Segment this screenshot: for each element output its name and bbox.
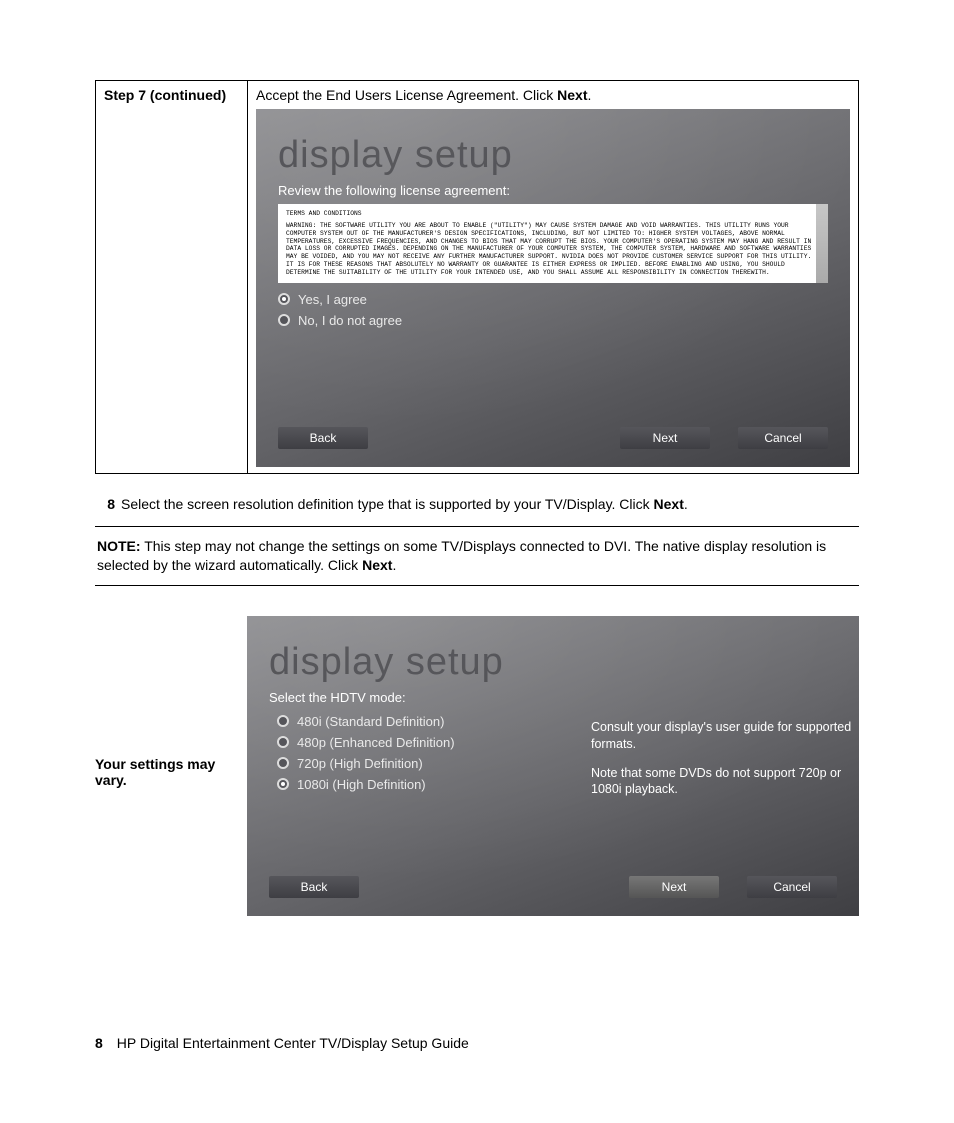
- next-button[interactable]: Next: [629, 876, 719, 898]
- cancel-button[interactable]: Cancel: [747, 876, 837, 898]
- radio-icon: [277, 715, 289, 727]
- radio-no-label: No, I do not agree: [298, 313, 402, 328]
- step8-number: 8: [95, 496, 115, 512]
- radio-yes[interactable]: Yes, I agree: [256, 289, 850, 310]
- radio-720p-label: 720p (High Definition): [297, 756, 423, 771]
- radio-icon: [278, 314, 290, 326]
- figure2-caption: Your settings may vary.: [95, 616, 247, 916]
- shot2-side-text: Consult your display's user guide for su…: [591, 711, 859, 799]
- radio-icon: [277, 757, 289, 769]
- note-body-pre: This step may not change the settings on…: [97, 538, 826, 573]
- shot2-side1: Consult your display's user guide for su…: [591, 719, 859, 753]
- note-body-bold: Next: [362, 557, 392, 573]
- step8-text: Select the screen resolution definition …: [121, 496, 688, 512]
- radio-1080i-label: 1080i (High Definition): [297, 777, 426, 792]
- eula-heading: TERMS AND CONDITIONS: [286, 210, 820, 218]
- step8-row: 8 Select the screen resolution definitio…: [95, 496, 859, 512]
- radio-icon: [277, 778, 289, 790]
- shot1-button-bar: Back Next Cancel: [256, 427, 850, 449]
- shot2-side2: Note that some DVDs do not support 720p …: [591, 765, 859, 799]
- shot2-button-bar: Back Next Cancel: [247, 876, 859, 898]
- radio-icon: [277, 736, 289, 748]
- step7-instr-post: .: [588, 87, 592, 103]
- radio-720p[interactable]: 720p (High Definition): [247, 753, 591, 774]
- step8-text-pre: Select the screen resolution definition …: [121, 496, 654, 512]
- note-label: NOTE:: [97, 538, 141, 554]
- radio-icon: [278, 293, 290, 305]
- step7-table: Step 7 (continued) Accept the End Users …: [95, 80, 859, 474]
- step7-instr-pre: Accept the End Users License Agreement. …: [256, 87, 557, 103]
- radio-no[interactable]: No, I do not agree: [256, 310, 850, 331]
- step7-instr-bold: Next: [557, 87, 587, 103]
- display-setup-eula-screenshot: display setup Review the following licen…: [256, 109, 850, 467]
- radio-yes-label: Yes, I agree: [298, 292, 367, 307]
- shot2-title: display setup: [247, 616, 859, 688]
- note-box: NOTE: This step may not change the setti…: [95, 526, 859, 586]
- step7-instruction: Accept the End Users License Agreement. …: [256, 87, 850, 103]
- figure2-row: Your settings may vary. display setup Se…: [95, 616, 859, 916]
- back-button[interactable]: Back: [269, 876, 359, 898]
- step8-text-bold: Next: [654, 496, 684, 512]
- note-body-post: .: [392, 557, 396, 573]
- radio-1080i[interactable]: 1080i (High Definition): [247, 774, 591, 795]
- page-number: 8: [95, 1035, 103, 1051]
- radio-480i[interactable]: 480i (Standard Definition): [247, 711, 591, 732]
- shot1-title: display setup: [256, 109, 850, 181]
- page-footer: 8 HP Digital Entertainment Center TV/Disp…: [95, 1035, 469, 1051]
- step7-content: Accept the End Users License Agreement. …: [248, 81, 859, 474]
- radio-480i-label: 480i (Standard Definition): [297, 714, 444, 729]
- footer-title: HP Digital Entertainment Center TV/Displ…: [117, 1035, 469, 1051]
- cancel-button[interactable]: Cancel: [738, 427, 828, 449]
- radio-480p-label: 480p (Enhanced Definition): [297, 735, 455, 750]
- display-setup-hdtv-screenshot: display setup Select the HDTV mode: 480i…: [247, 616, 859, 916]
- back-button[interactable]: Back: [278, 427, 368, 449]
- eula-body: WARNING: THE SOFTWARE UTILITY YOU ARE AB…: [286, 222, 820, 277]
- shot1-subtitle: Review the following license agreement:: [256, 181, 850, 204]
- step7-label: Step 7 (continued): [96, 81, 248, 474]
- radio-480p[interactable]: 480p (Enhanced Definition): [247, 732, 591, 753]
- next-button[interactable]: Next: [620, 427, 710, 449]
- step8-text-post: .: [684, 496, 688, 512]
- shot2-subtitle: Select the HDTV mode:: [247, 688, 859, 711]
- eula-textbox[interactable]: TERMS AND CONDITIONS WARNING: THE SOFTWA…: [278, 204, 828, 283]
